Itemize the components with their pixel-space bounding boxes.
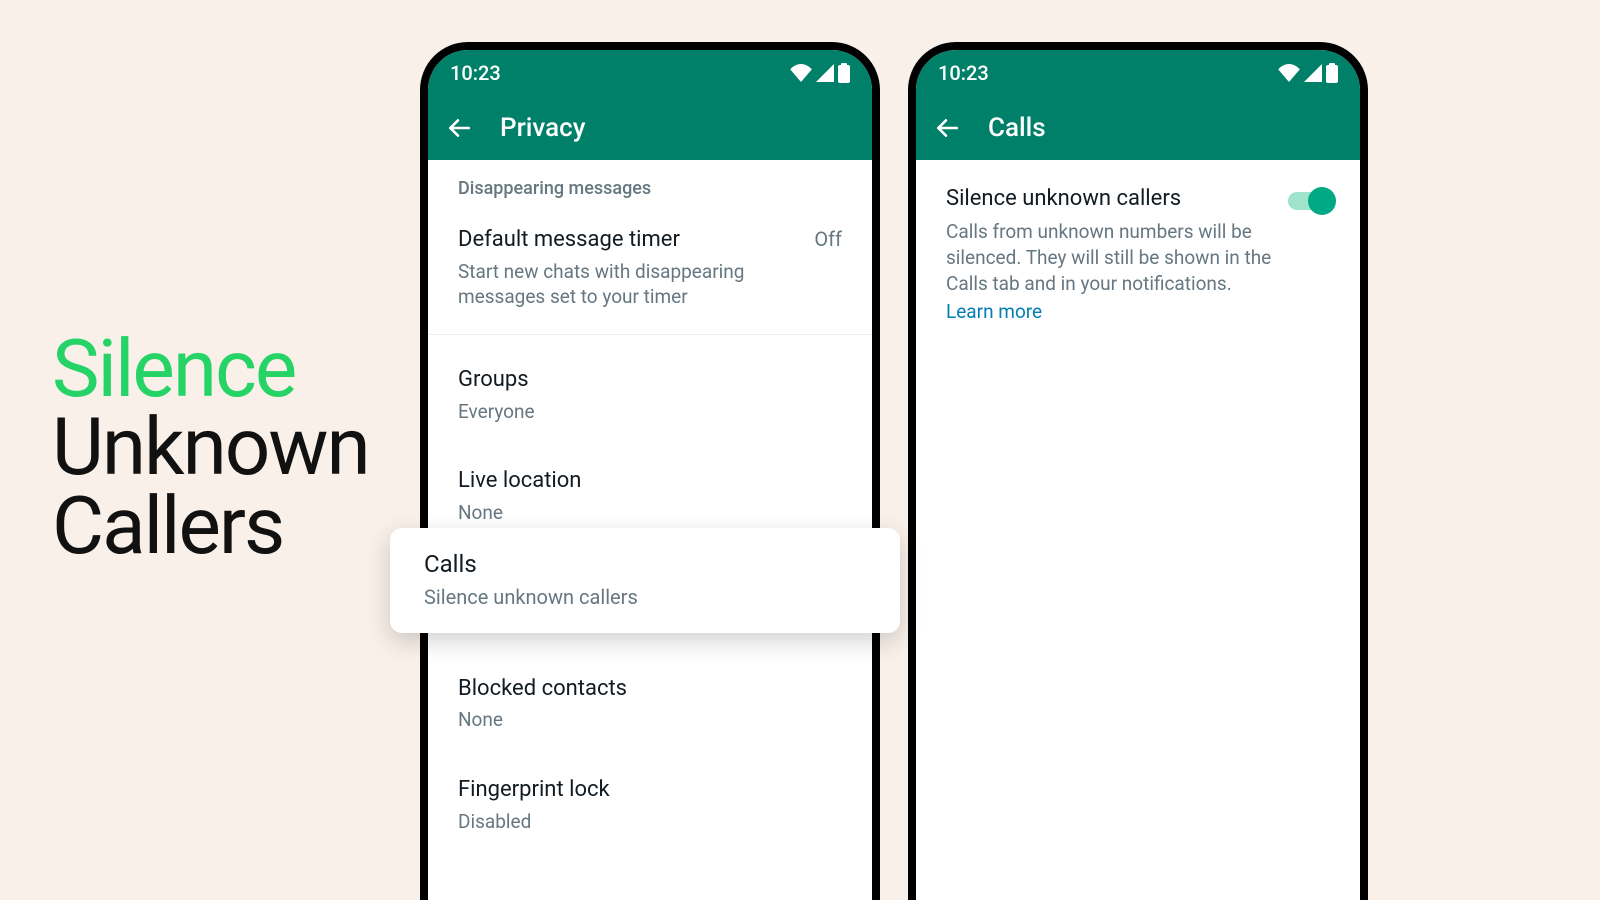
row-desc: Everyone [458, 399, 842, 425]
silence-toggle[interactable] [1288, 192, 1330, 210]
status-time: 10:23 [938, 61, 1278, 85]
toggle-knob [1308, 187, 1336, 215]
headline-line-1: Silence [52, 330, 369, 408]
cellular-icon [816, 64, 834, 82]
row-groups[interactable]: Groups Everyone [428, 335, 872, 442]
row-title: Calls [424, 548, 866, 580]
headline-line-2: Unknown [52, 408, 369, 486]
back-button[interactable] [446, 115, 472, 141]
app-bar-title: Privacy [500, 113, 585, 143]
arrow-left-icon [934, 115, 960, 141]
status-icons [790, 63, 850, 83]
row-desc: Start new chats with disappearing messag… [458, 259, 798, 310]
row-default-timer[interactable]: Default message timer Start new chats wi… [428, 211, 872, 328]
row-calls-highlight[interactable]: Calls Silence unknown callers [390, 528, 900, 633]
status-icons [1278, 63, 1338, 83]
row-desc: Calls from unknown numbers will be silen… [946, 220, 1271, 295]
row-desc: None [458, 500, 842, 526]
status-bar: 10:23 [916, 50, 1360, 96]
row-title: Silence unknown callers [946, 186, 1272, 211]
feature-headline: Silence Unknown Callers [52, 330, 369, 565]
back-button[interactable] [934, 115, 960, 141]
row-title: Fingerprint lock [458, 775, 842, 805]
app-bar-calls: Calls [916, 96, 1360, 160]
row-desc: None [458, 707, 842, 733]
row-title: Live location [458, 466, 842, 496]
status-bar: 10:23 [428, 50, 872, 96]
app-bar-privacy: Privacy [428, 96, 872, 160]
row-value: Off [814, 227, 842, 251]
phone-calls: 10:23 Calls Silence unknown callers Call… [908, 42, 1368, 900]
row-desc: Disabled [458, 809, 842, 835]
row-desc: Silence unknown callers [424, 584, 866, 611]
row-silence-unknown[interactable]: Silence unknown callers Calls from unkno… [916, 160, 1360, 331]
wifi-icon [1278, 64, 1300, 82]
battery-icon [1326, 63, 1338, 83]
cellular-icon [1304, 64, 1322, 82]
arrow-left-icon [446, 115, 472, 141]
row-title: Groups [458, 365, 842, 395]
row-title: Blocked contacts [458, 674, 842, 704]
row-blocked[interactable]: Blocked contacts None [428, 664, 872, 751]
app-bar-title: Calls [988, 113, 1046, 143]
battery-icon [838, 63, 850, 83]
headline-line-3: Callers [52, 487, 369, 565]
section-disappearing: Disappearing messages [428, 160, 872, 211]
row-fingerprint[interactable]: Fingerprint lock Disabled [428, 751, 872, 852]
wifi-icon [790, 64, 812, 82]
learn-more-link[interactable]: Learn more [946, 300, 1042, 323]
status-time: 10:23 [450, 61, 790, 85]
row-title: Default message timer [458, 225, 798, 255]
phone-privacy: 10:23 Privacy Disappearing messages Defa… [420, 42, 880, 900]
